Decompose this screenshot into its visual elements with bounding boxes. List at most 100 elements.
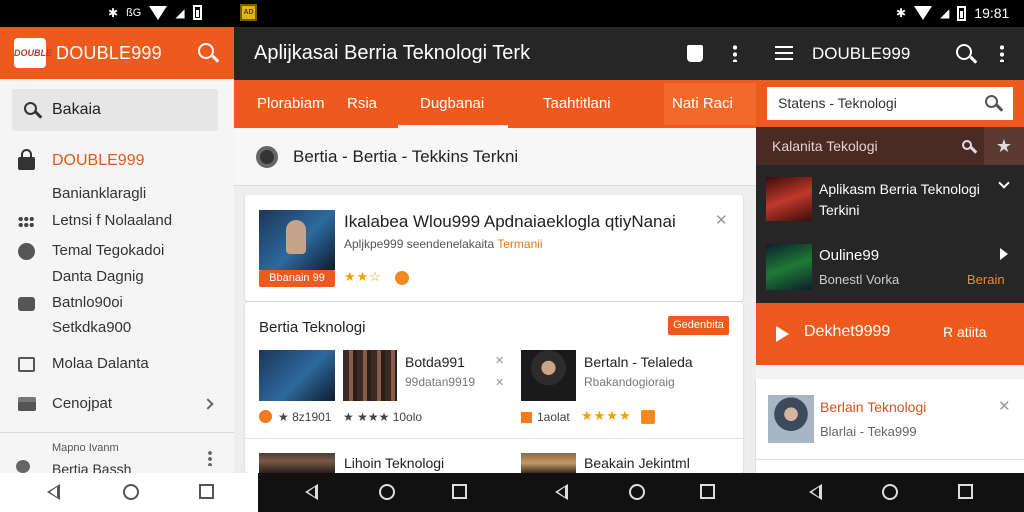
status-time: 19:81 (974, 5, 1010, 21)
coin-icon (395, 271, 409, 285)
chevron-right-icon (202, 398, 214, 410)
side-dark-header-text: Kalanita Tekologi (772, 138, 878, 154)
back-button[interactable] (305, 484, 318, 500)
story-title[interactable]: Lihoin Teknologi (344, 455, 444, 471)
app-logo[interactable]: DOUBLE (14, 38, 52, 68)
story-thumbnail[interactable] (521, 350, 576, 401)
side-search-input[interactable]: Statens - Teknologi (767, 87, 1013, 120)
story-title[interactable]: Botda991 (405, 354, 465, 370)
bag-icon[interactable] (687, 45, 703, 62)
story-thumbnail[interactable] (259, 453, 335, 473)
menu-icon[interactable] (775, 46, 793, 60)
back-icon (305, 484, 318, 500)
chevron-down-icon[interactable] (998, 177, 1010, 189)
signal-icon: ◢ (940, 6, 950, 20)
side-story-card[interactable]: Berlain Teknologi Blarlai - Teka999 ✕ (756, 379, 1024, 473)
tab-item[interactable]: Plorabiam (257, 95, 325, 112)
play-arrow-icon[interactable] (1000, 248, 1008, 260)
drawer-item[interactable]: Danta Dagnig (0, 268, 234, 288)
story-thumbnail[interactable] (766, 244, 812, 290)
back-button[interactable] (555, 484, 568, 500)
search-icon (24, 102, 37, 115)
home-button[interactable] (629, 484, 645, 500)
featured-card[interactable]: Bbanain 99 Ikalabea Wlou999 Apdnaiaeklog… (245, 195, 743, 301)
divider (0, 432, 234, 433)
close-icon[interactable]: ✕ (495, 376, 504, 389)
wifi-icon (149, 5, 168, 20)
home-button[interactable] (379, 484, 395, 500)
more-vert-icon[interactable] (208, 450, 212, 466)
home-icon (629, 484, 645, 500)
close-icon[interactable]: ✕ (998, 397, 1011, 415)
back-button[interactable] (47, 484, 60, 500)
drawer-item[interactable]: Batnlo90oi (0, 294, 234, 314)
story-thumbnail[interactable] (259, 350, 335, 401)
side-app-title: DOUBLE999 (812, 44, 911, 63)
hot-icon (259, 410, 272, 423)
drawer-item-label: Temal Tegokadoi (52, 242, 165, 259)
search-icon-wrap[interactable] (962, 140, 972, 150)
tab-item-active[interactable]: Dugbanai (420, 95, 484, 112)
drawer-search-field[interactable]: Bakaia (12, 89, 218, 131)
close-icon[interactable]: ✕ (715, 211, 728, 229)
export-icon (18, 357, 35, 372)
tab-item[interactable]: Taahtitlani (543, 95, 611, 112)
search-button[interactable] (198, 43, 214, 59)
more-vert-icon[interactable] (733, 44, 737, 62)
more-vert-icon[interactable] (1000, 44, 1004, 62)
side-story-title[interactable]: Aplikasm Berria Teknologi Terkini (819, 179, 991, 221)
story-thumbnail[interactable] (343, 350, 397, 401)
news-section-badge[interactable]: Gedenbita (668, 316, 729, 335)
drawer-item[interactable]: Setkdka900 (0, 319, 234, 339)
app-title: DOUBLE999 (56, 43, 162, 63)
side-dark-header: Kalanita Tekologi ★ (756, 127, 1024, 165)
back-button[interactable] (809, 484, 822, 500)
search-icon (198, 43, 214, 59)
wifi-icon (914, 6, 933, 20)
recents-icon (958, 484, 973, 499)
featured-rating: ★★☆ (344, 269, 382, 284)
signal-icon: ◢ (175, 5, 185, 20)
divider (245, 438, 743, 439)
side-story-link[interactable]: Berain (967, 272, 1005, 287)
story-thumbnail[interactable] (766, 177, 812, 221)
drawer-item[interactable]: Banianklaragli (0, 185, 234, 205)
drawer-panel: DOUBLE DOUBLE999 Bakaia DOUBLE999 Banian… (0, 27, 234, 477)
side-story-title[interactable]: Ouline99 (819, 247, 879, 264)
drawer-item[interactable]: Temal Tegokadoi (0, 242, 234, 262)
drawer-item-label: Banianklaragli (52, 185, 147, 202)
back-icon (47, 484, 60, 500)
tab-item[interactable]: Nati Raci (672, 95, 733, 112)
account-icon (16, 460, 30, 473)
story-title[interactable]: Bertaln - Telaleda (584, 354, 693, 370)
drawer-item[interactable]: Molaa Dalanta (0, 355, 234, 375)
home-icon (882, 484, 898, 500)
recents-button[interactable] (958, 484, 973, 499)
close-icon[interactable]: ✕ (495, 354, 504, 367)
tab-item[interactable]: Rsia (347, 95, 377, 112)
drawer-item-label: Cenojpat (52, 395, 113, 412)
news-section-title: Bertia Teknologi (259, 319, 366, 336)
story-title[interactable]: Beakain Jekintml (584, 455, 690, 471)
side-panel: DOUBLE999 Statens - Teknologi Kalanita T… (756, 27, 1024, 473)
side-search-bar: Statens - Teknologi (756, 80, 1024, 127)
drawer-item[interactable]: Cenojpat (0, 395, 234, 415)
recents-button[interactable] (199, 484, 214, 499)
network-icon: ßG (126, 6, 142, 19)
story-thumbnail[interactable] (521, 453, 576, 473)
drawer-item[interactable]: Letnsi f Nolaaland (0, 212, 234, 232)
star-icon[interactable]: ★ (984, 127, 1024, 165)
home-button[interactable] (882, 484, 898, 500)
featured-thumbnail (259, 210, 335, 270)
recents-button[interactable] (700, 484, 715, 499)
cta-banner[interactable]: Dekhet9999 R atiita (756, 303, 1024, 365)
recents-icon (700, 484, 715, 499)
section-header-text: Bertia - Bertia - Tekkins Terkni (293, 147, 519, 166)
drawer-footer-label: Mapno Ivanm (52, 442, 119, 454)
home-button[interactable] (123, 484, 139, 500)
recents-button[interactable] (452, 484, 467, 499)
drawer-item-brand[interactable]: DOUBLE999 (0, 149, 234, 173)
search-button[interactable] (956, 44, 972, 60)
status-icons-left: ✱ ßG ◢ (108, 5, 202, 20)
story-rating: ★ ★★★ 10olo (343, 410, 423, 424)
